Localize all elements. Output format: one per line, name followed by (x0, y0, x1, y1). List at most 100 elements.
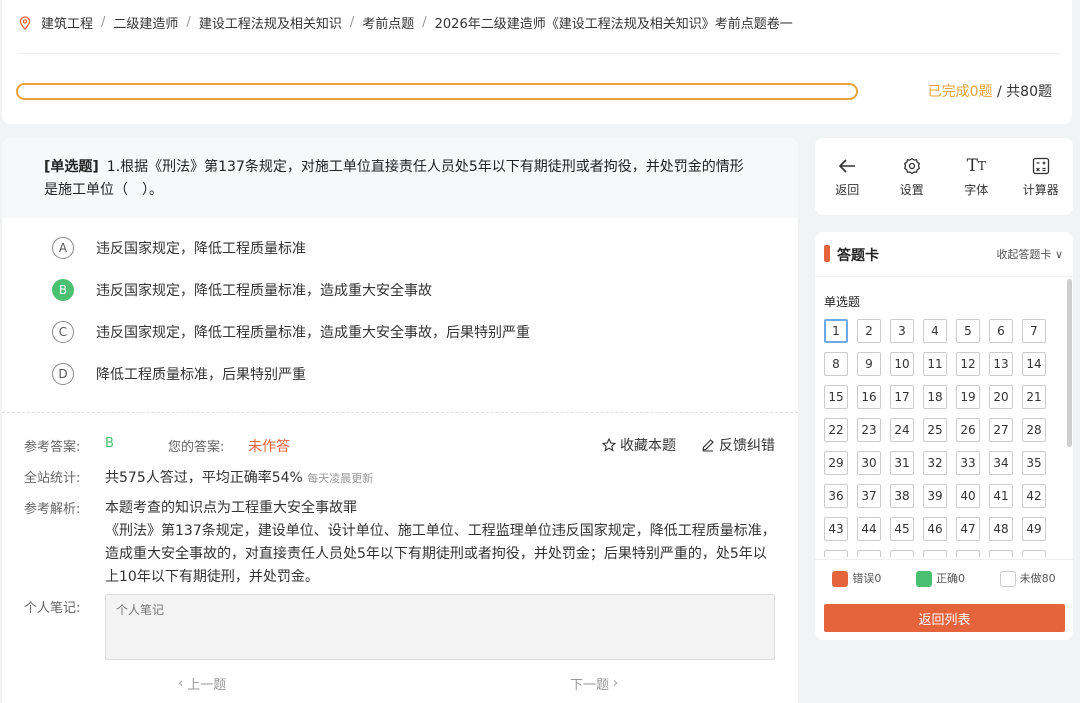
question-number-cell[interactable]: 23 (857, 418, 881, 442)
question-number-cell[interactable]: 38 (890, 484, 914, 508)
back-arrow-icon (838, 155, 856, 177)
answer-card-title: 答题卡 (837, 248, 879, 264)
breadcrumb-separator: / (349, 15, 355, 30)
prev-question-button[interactable]: ‹ 上一题 (178, 674, 226, 693)
next-question-button[interactable]: 下一题 › (570, 674, 618, 693)
font-button[interactable]: TT 字体 (946, 155, 1006, 198)
question-number-cell[interactable]: 49 (1022, 517, 1046, 541)
stats-text: 共575人答过，平均正确率54% (105, 470, 303, 486)
feedback-label: 反馈纠错 (719, 438, 775, 454)
progress-total: / 共80题 (992, 84, 1052, 100)
question-number-cell[interactable]: 40 (956, 484, 980, 508)
toolbar: 返回 设置 TT 字体 计算器 (815, 138, 1073, 215)
feedback-button[interactable]: 反馈纠错 (701, 435, 775, 455)
question-number-cell[interactable]: 55 (989, 550, 1013, 557)
question-number-cell[interactable]: 46 (923, 517, 947, 541)
question-number-cell[interactable]: 48 (989, 517, 1013, 541)
question-number-cell[interactable]: 33 (956, 451, 980, 475)
breadcrumb-item-category[interactable]: 考前点题 (362, 13, 414, 32)
option-letter: C (52, 321, 74, 343)
question-number-cell[interactable]: 43 (824, 517, 848, 541)
question-number-cell[interactable]: 45 (890, 517, 914, 541)
scrollbar[interactable] (1067, 279, 1072, 447)
option-b[interactable]: B 违反国家规定，降低工程质量标准，造成重大安全事故 (52, 279, 432, 301)
tool-label: 计算器 (1022, 183, 1059, 197)
option-text: 降低工程质量标准，后果特别严重 (96, 367, 306, 383)
edit-pen-icon (702, 439, 714, 452)
question-number-cell[interactable]: 41 (989, 484, 1013, 508)
question-type-tag: [单选题] (44, 159, 99, 175)
breadcrumb-separator: / (422, 15, 427, 30)
question-number-cell[interactable]: 31 (890, 451, 914, 475)
question-number-cell[interactable]: 37 (857, 484, 881, 508)
question-number-cell[interactable]: 12 (956, 352, 980, 376)
question-number-cell[interactable]: 11 (923, 352, 947, 376)
question-number-cell[interactable]: 52 (890, 550, 914, 557)
analysis-label: 参考解析: (24, 502, 81, 517)
question-number-cell[interactable]: 6 (989, 319, 1013, 343)
question-number-cell[interactable]: 39 (923, 484, 947, 508)
font-size-icon: TT (966, 156, 986, 176)
option-d[interactable]: D 降低工程质量标准，后果特别严重 (52, 363, 306, 385)
option-a[interactable]: A 违反国家规定，降低工程质量标准 (52, 237, 306, 259)
question-number-cell[interactable]: 16 (857, 385, 881, 409)
question-number-cell[interactable]: 25 (923, 418, 947, 442)
question-number-cell[interactable]: 44 (857, 517, 881, 541)
question-number-cell[interactable]: 53 (923, 550, 947, 557)
back-to-list-button[interactable]: 返回列表 (824, 604, 1065, 632)
collapse-answer-card-button[interactable]: 收起答题卡 ∨ (996, 246, 1063, 262)
question-number-cell[interactable]: 30 (857, 451, 881, 475)
personal-note-input[interactable] (105, 594, 775, 660)
favorite-label: 收藏本题 (620, 438, 676, 454)
question-number-cell[interactable]: 28 (1022, 418, 1046, 442)
legend-label: 错误0 (852, 572, 882, 585)
question-number-cell[interactable]: 50 (824, 550, 848, 557)
question-number-cell[interactable]: 51 (857, 550, 881, 557)
question-number-cell[interactable]: 35 (1022, 451, 1046, 475)
option-text: 违反国家规定，降低工程质量标准，造成重大安全事故，后果特别严重 (96, 325, 530, 341)
question-number-cell[interactable]: 3 (890, 319, 914, 343)
question-number-cell[interactable]: 5 (956, 319, 980, 343)
option-text: 违反国家规定，降低工程质量标准，造成重大安全事故 (96, 283, 432, 299)
question-number-cell[interactable]: 26 (956, 418, 980, 442)
question-number-cell[interactable]: 9 (857, 352, 881, 376)
question-number-cell[interactable]: 24 (890, 418, 914, 442)
analysis-line: 本题考查的知识点为工程重大安全事故罪 (105, 500, 357, 516)
breadcrumb-item-subject[interactable]: 建设工程法规及相关知识 (199, 13, 342, 32)
legend-label: 未做80 (1019, 572, 1056, 585)
question-number-cell[interactable]: 14 (1022, 352, 1046, 376)
analysis-text: 本题考查的知识点为工程重大安全事故罪 《刑法》第137条规定，建设单位、设计单位… (105, 497, 777, 589)
option-c[interactable]: C 违反国家规定，降低工程质量标准，造成重大安全事故，后果特别严重 (52, 321, 530, 343)
question-number-cell[interactable]: 8 (824, 352, 848, 376)
back-button[interactable]: 返回 (817, 155, 877, 198)
question-number-cell[interactable]: 19 (956, 385, 980, 409)
question-number-cell[interactable]: 27 (989, 418, 1013, 442)
question-number-cell[interactable]: 54 (956, 550, 980, 557)
breadcrumb-item-exam[interactable]: 二级建造师 (113, 13, 178, 32)
question-number-cell[interactable]: 4 (923, 319, 947, 343)
question-number-cell[interactable]: 1 (824, 319, 848, 343)
calculator-button[interactable]: 计算器 (1011, 155, 1071, 198)
question-number-cell[interactable]: 10 (890, 352, 914, 376)
question-number-cell[interactable]: 32 (923, 451, 947, 475)
question-number-cell[interactable]: 34 (989, 451, 1013, 475)
question-number-cell[interactable]: 15 (824, 385, 848, 409)
question-number-cell[interactable]: 2 (857, 319, 881, 343)
question-number-cell[interactable]: 42 (1022, 484, 1046, 508)
question-number-cell[interactable]: 21 (1022, 385, 1046, 409)
question-number-cell[interactable]: 20 (989, 385, 1013, 409)
question-number-cell[interactable]: 56 (1022, 550, 1046, 557)
question-number-cell[interactable]: 36 (824, 484, 848, 508)
breadcrumb-item-domain[interactable]: 建筑工程 (41, 13, 93, 32)
divider (2, 412, 798, 413)
question-number-cell[interactable]: 29 (824, 451, 848, 475)
option-letter: B (52, 279, 74, 301)
question-number-cell[interactable]: 18 (923, 385, 947, 409)
question-number-cell[interactable]: 7 (1022, 319, 1046, 343)
settings-button[interactable]: 设置 (882, 155, 942, 198)
question-number-cell[interactable]: 13 (989, 352, 1013, 376)
question-number-cell[interactable]: 47 (956, 517, 980, 541)
favorite-button[interactable]: 收藏本题 (602, 435, 676, 455)
question-number-cell[interactable]: 17 (890, 385, 914, 409)
question-number-cell[interactable]: 22 (824, 418, 848, 442)
